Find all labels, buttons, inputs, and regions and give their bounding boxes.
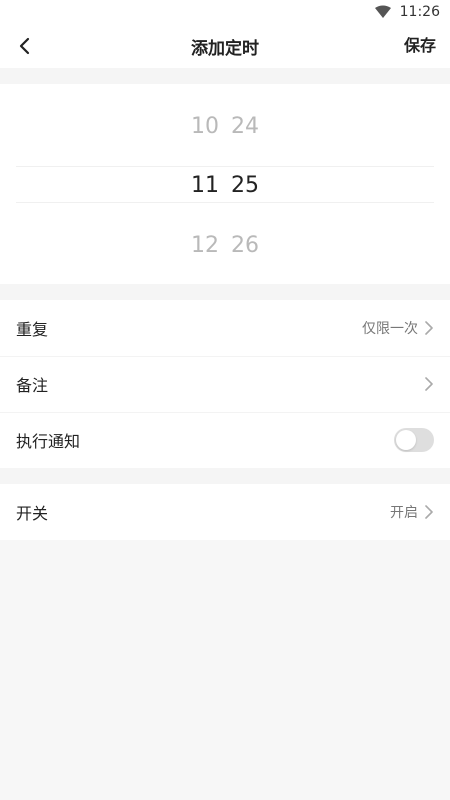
picker-row-selected[interactable]: 11 25 <box>0 167 450 203</box>
note-label: 备注 <box>16 376 49 395</box>
toggle-knob <box>396 430 416 450</box>
chevron-right-icon <box>425 505 433 519</box>
chevron-right-icon <box>425 377 433 391</box>
repeat-value: 仅限一次 <box>362 321 418 337</box>
picker-row-previous[interactable]: 10 24 <box>0 108 450 144</box>
repeat-label: 重复 <box>16 320 49 339</box>
notify-toggle[interactable] <box>394 428 434 452</box>
picker-hour-selected: 11 <box>191 172 219 198</box>
picker-minute-selected: 25 <box>231 172 259 198</box>
save-button[interactable]: 保存 <box>404 24 436 68</box>
note-row[interactable]: 备注 <box>0 356 450 412</box>
wifi-icon <box>374 5 391 18</box>
status-bar: 11:26 <box>0 0 450 24</box>
notify-row: 执行通知 <box>0 412 450 468</box>
notify-label: 执行通知 <box>16 432 81 451</box>
time-picker[interactable]: 10 24 11 25 12 26 <box>0 84 450 284</box>
picker-divider <box>16 202 434 203</box>
settings-list: 重复 仅限一次 备注 执行通知 <box>0 300 450 468</box>
repeat-row[interactable]: 重复 仅限一次 <box>0 300 450 356</box>
section-gap <box>0 68 450 84</box>
switch-value: 开启 <box>390 505 418 521</box>
picker-row-next[interactable]: 12 26 <box>0 227 450 263</box>
section-gap <box>0 284 450 300</box>
back-button[interactable] <box>10 32 38 60</box>
chevron-left-icon <box>19 37 30 55</box>
switch-row[interactable]: 开关 开启 <box>0 484 450 540</box>
chevron-right-icon <box>425 321 433 335</box>
switch-label: 开关 <box>16 504 49 523</box>
section-gap <box>0 468 450 484</box>
status-time: 11:26 <box>399 4 440 20</box>
picker-minute: 24 <box>231 113 259 139</box>
header: 添加定时 保存 <box>0 24 450 68</box>
picker-hour: 12 <box>191 232 219 258</box>
page-title: 添加定时 <box>191 38 259 59</box>
picker-minute: 26 <box>231 232 259 258</box>
switch-list: 开关 开启 <box>0 484 450 540</box>
picker-hour: 10 <box>191 113 219 139</box>
